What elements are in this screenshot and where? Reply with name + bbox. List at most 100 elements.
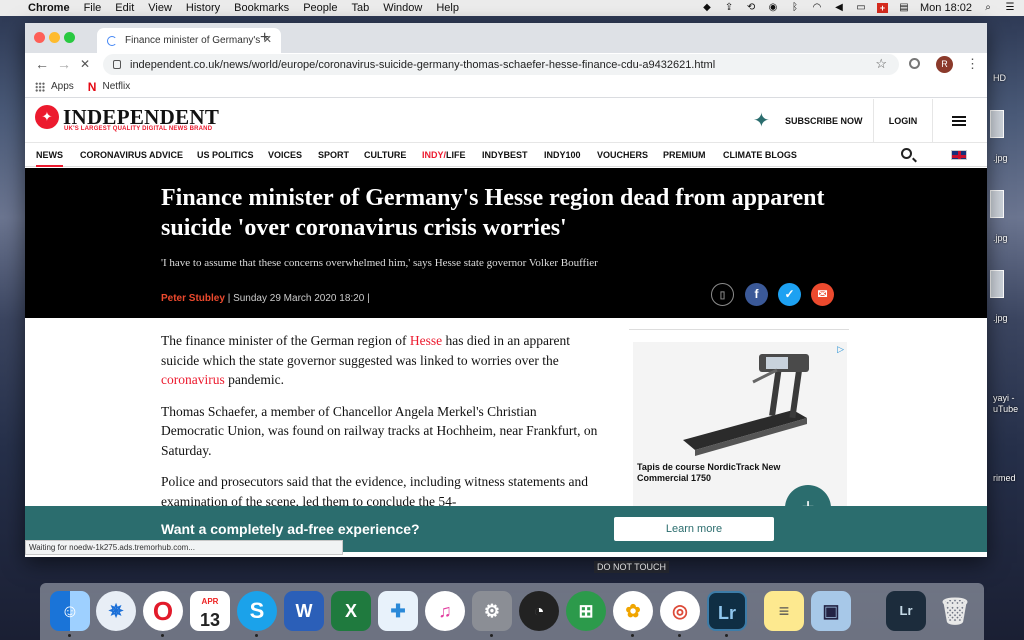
nav-indy-life[interactable]: INDY/LIFE [422,143,466,167]
photos-icon[interactable]: ✿ [613,591,653,631]
close-window-button[interactable] [34,32,45,43]
desktop-label[interactable]: .jpg [993,153,1008,163]
finder-icon[interactable]: ☺ [50,591,90,631]
swiss-flag-icon[interactable]: + [877,3,889,13]
fullscreen-window-button[interactable] [64,32,75,43]
siri-icon[interactable]: ▤ [898,3,910,13]
word-icon[interactable]: W [284,591,324,631]
menu-window[interactable]: Window [383,2,422,14]
nav-indybest[interactable]: INDYBEST [482,143,528,167]
wifi-icon[interactable]: ◠ [811,3,823,13]
subscribe-button[interactable]: SUBSCRIBE NOW [785,116,863,126]
opera-icon[interactable]: O [143,591,183,631]
skype-icon[interactable]: S [237,591,277,631]
eye-icon[interactable]: ◉ [767,3,779,13]
email-share-icon[interactable]: ✉ [811,283,834,306]
address-bar[interactable]: independent.co.uk/news/world/europe/coro… [103,54,899,75]
menu-chrome[interactable]: Chrome [28,2,70,14]
battery-icon[interactable]: ▭ [855,3,867,13]
author-link[interactable]: Peter Stubley [161,293,225,304]
nav-coronavirus-advice[interactable]: CORONAVIRUS ADVICE [80,143,183,167]
desktop-label[interactable]: .jpg [993,313,1008,323]
upload-icon[interactable]: ⇪ [723,3,735,13]
notification-center-icon[interactable]: ☰ [1004,3,1016,13]
facebook-share-icon[interactable]: f [745,283,768,306]
nav-voices[interactable]: VOICES [268,143,302,167]
new-tab-button[interactable]: + [260,29,269,47]
nav-premium[interactable]: PREMIUM [663,143,706,167]
dropbox-icon[interactable]: ◆ [701,3,713,13]
nav-news[interactable]: NEWS [36,143,63,167]
learn-more-button[interactable]: Learn more [614,517,774,541]
desktop-file-thumb[interactable] [990,190,1004,218]
search-icon[interactable] [901,148,912,159]
chrome-icon[interactable]: ◎ [660,591,700,631]
adchoices-icon[interactable]: ▷ [837,344,844,355]
treadmill-image[interactable] [673,348,813,458]
menu-tab[interactable]: Tab [351,2,369,14]
bookmark-apps[interactable]: Apps [51,81,74,92]
dashboard-icon[interactable]: ◔ [519,591,559,631]
preview-icon[interactable]: ▣ [811,591,851,631]
extension-icon[interactable] [909,58,920,69]
volume-icon[interactable]: ◀ [833,3,845,13]
bookmark-icon[interactable]: ▯ [711,283,734,306]
subscribe-eagle-icon[interactable]: ✦ [753,108,770,133]
nav-culture[interactable]: CULTURE [364,143,406,167]
menu-view[interactable]: View [148,2,172,14]
hesse-link[interactable]: Hesse [410,333,442,348]
bookmark-star-icon[interactable]: ☆ [875,56,887,72]
hamburger-menu-icon[interactable] [952,116,966,126]
desktop-label[interactable]: uTube [993,404,1018,414]
system-preferences-icon[interactable]: ⚙ [472,591,512,631]
excel-icon[interactable]: X [331,591,371,631]
forward-icon[interactable]: → [57,56,71,72]
menu-bookmarks[interactable]: Bookmarks [234,2,289,14]
url-text[interactable]: independent.co.uk/news/world/europe/coro… [130,59,715,71]
trash-icon[interactable]: 🗑 [935,591,975,631]
lightroom-icon[interactable]: Lr [707,591,747,631]
minimize-window-button[interactable] [49,32,60,43]
ad-caption[interactable]: Tapis de course NordicTrack New Commerci… [637,462,807,484]
menu-file[interactable]: File [84,2,102,14]
bookmark-netflix[interactable]: Netflix [102,81,130,92]
safari-icon[interactable]: ✵ [96,591,136,631]
desktop-label[interactable]: .jpg [993,233,1008,243]
spotlight-icon[interactable]: ⌕ [982,3,994,13]
nav-climate-blogs[interactable]: CLIMATE BLOGS [723,143,797,167]
desktop-label[interactable]: HD [993,73,1006,83]
nav-indy100[interactable]: INDY100 [544,143,581,167]
netflix-icon[interactable]: N [88,80,97,94]
lightroom-window-icon[interactable]: Lr [886,591,926,631]
twitter-share-icon[interactable]: ✓ [778,283,801,306]
menu-history[interactable]: History [186,2,220,14]
login-button[interactable]: LOGIN [873,99,933,143]
menu-help[interactable]: Help [436,2,459,14]
desktop-label[interactable]: rimed [993,473,1016,483]
nav-vouchers[interactable]: VOUCHERS [597,143,648,167]
apps-grid-icon[interactable] [35,81,45,92]
time-machine-icon[interactable]: ⟲ [745,3,757,13]
itunes-icon[interactable]: ♫ [425,591,465,631]
profile-avatar[interactable]: R [936,56,953,73]
menu-edit[interactable]: Edit [115,2,134,14]
nav-sport[interactable]: SPORT [318,143,349,167]
desktop-label[interactable]: yayi - [993,393,1015,403]
calendar-icon[interactable]: APR 13 [190,591,230,631]
app-store-icon[interactable]: ✚ [378,591,418,631]
menubar-clock[interactable]: Mon 18:02 [920,2,972,14]
independent-eagle-icon[interactable]: ✦ [35,105,59,129]
desktop-file-thumb[interactable] [990,110,1004,138]
coronavirus-link[interactable]: coronavirus [161,372,225,387]
nav-us-politics[interactable]: US POLITICS [197,143,254,167]
back-icon[interactable]: ← [35,56,49,72]
bluetooth-icon[interactable]: ᛒ [789,3,801,13]
menu-people[interactable]: People [303,2,337,14]
screen-sharing-icon[interactable]: ⊞ [566,591,606,631]
notes-icon[interactable]: ≡ [764,591,804,631]
chrome-menu-icon[interactable]: ⋮ [966,56,979,72]
uk-flag-icon[interactable] [951,150,967,160]
desktop-file-thumb[interactable] [990,270,1004,298]
lock-icon[interactable] [113,60,121,69]
stop-loading-icon[interactable]: ✕ [80,57,90,71]
